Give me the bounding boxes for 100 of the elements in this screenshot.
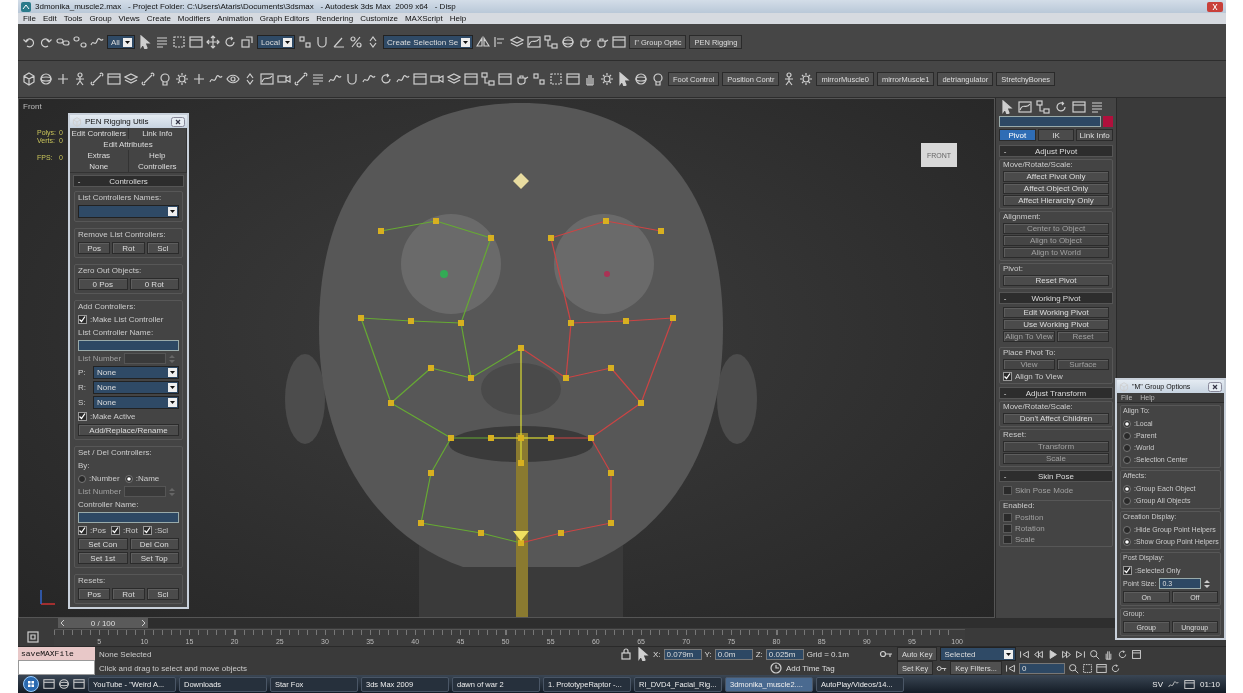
window-icon[interactable]	[612, 35, 627, 49]
panel-button[interactable]: Add/Replace/Rename	[78, 424, 179, 436]
selection-rectangle-icon[interactable]	[1081, 662, 1093, 674]
radio-button[interactable]	[1123, 419, 1131, 428]
teapot-icon[interactable]	[595, 35, 610, 49]
camera-icon[interactable]	[430, 72, 444, 86]
dropdown[interactable]	[78, 205, 179, 218]
menu-item[interactable]: Views	[118, 14, 140, 23]
radio-button[interactable]	[1123, 455, 1131, 464]
magnifier-icon[interactable]	[1067, 662, 1079, 674]
next-frame-icon[interactable]	[1061, 648, 1073, 660]
unlink-icon[interactable]	[73, 35, 87, 49]
object-color-swatch[interactable]	[1103, 116, 1113, 127]
window-icon[interactable]	[73, 678, 85, 690]
rollout-header[interactable]: - Working Pivot	[999, 292, 1113, 304]
script-listener-output[interactable]: saveMAXFile	[18, 647, 95, 660]
go-to-start-icon[interactable]	[1019, 648, 1031, 660]
window-icon[interactable]	[1072, 100, 1086, 114]
rollout-header[interactable]: - Adjust Transform	[999, 387, 1113, 399]
list-icon[interactable]	[1090, 100, 1104, 114]
radio-button[interactable]	[1123, 537, 1131, 546]
coordinate-field[interactable]: 0.025m	[765, 648, 804, 660]
window-icon[interactable]	[464, 72, 478, 86]
radio-button[interactable]	[1123, 431, 1131, 440]
object-name-field[interactable]	[999, 116, 1101, 127]
sphere-icon[interactable]	[561, 35, 576, 49]
dropdown[interactable]: None	[93, 396, 179, 409]
rotate-icon[interactable]	[379, 72, 393, 86]
bone-icon[interactable]	[294, 72, 308, 86]
coordinate-field[interactable]: 0.0m	[714, 648, 753, 660]
clock[interactable]: 01:10	[1199, 679, 1220, 689]
panel-button[interactable]: 0 Pos	[78, 278, 128, 290]
rotate-icon[interactable]	[1054, 100, 1068, 114]
camera-icon[interactable]	[277, 72, 291, 86]
panel-button[interactable]: Affect Hierarchy Only	[1003, 195, 1109, 206]
rotate-icon[interactable]	[222, 35, 237, 49]
bone-icon[interactable]	[90, 72, 104, 86]
play-icon[interactable]	[1047, 648, 1059, 660]
radio-button[interactable]	[1123, 496, 1131, 505]
radio-button[interactable]	[1123, 484, 1131, 493]
menu-item[interactable]: File	[23, 14, 36, 23]
go-to-end-icon[interactable]	[1075, 648, 1087, 660]
previous-frame-icon[interactable]	[1033, 648, 1045, 660]
window-icon[interactable]	[43, 678, 55, 690]
panel-button[interactable]: Pos	[78, 588, 111, 600]
menu-item[interactable]: Tools	[63, 14, 83, 23]
window-icon[interactable]	[188, 35, 203, 49]
clock-icon[interactable]	[769, 661, 783, 675]
selection-rectangle-icon[interactable]	[549, 72, 563, 86]
eye-icon[interactable]	[226, 72, 240, 86]
menu-item[interactable]: Customize	[360, 14, 398, 23]
script-listener-input[interactable]	[18, 660, 95, 675]
sphere-icon[interactable]	[634, 72, 648, 86]
bone-icon[interactable]	[141, 72, 155, 86]
pivot-icon[interactable]	[298, 35, 312, 49]
teapot-icon[interactable]	[578, 35, 593, 49]
selection-filter-dropdown[interactable]: All	[107, 35, 135, 49]
frame-position-button[interactable]: 0 / 100	[58, 618, 148, 628]
chevron-left-icon[interactable]	[60, 619, 65, 627]
angle-icon[interactable]	[332, 35, 346, 49]
coordinate-field[interactable]: 0.079m	[663, 648, 702, 660]
panel-button[interactable]: Set Top	[129, 552, 179, 564]
checkbox[interactable]	[78, 526, 87, 535]
panel-button[interactable]: Edit Working Pivot	[1003, 307, 1109, 318]
gear-icon[interactable]	[600, 72, 614, 86]
coordinate-system-dropdown[interactable]: Local	[256, 35, 295, 49]
checkbox[interactable]	[78, 315, 87, 324]
rotate-icon[interactable]	[1109, 662, 1121, 674]
checkbox[interactable]	[78, 412, 87, 421]
panel-button[interactable]: Reset Pivot	[1003, 275, 1109, 286]
move-icon[interactable]	[205, 35, 220, 49]
schematic-icon[interactable]	[481, 72, 495, 86]
link-icon[interactable]	[56, 35, 70, 49]
maximize-icon[interactable]	[1131, 648, 1143, 660]
radio-button[interactable]	[78, 474, 86, 483]
chevron-right-icon[interactable]	[141, 619, 146, 627]
percent-icon[interactable]	[349, 35, 363, 49]
panel-button[interactable]: Rot	[112, 588, 145, 600]
panel-button[interactable]: Rot	[112, 242, 145, 254]
menu-item[interactable]: Animation	[217, 14, 253, 23]
checkbox[interactable]	[142, 526, 152, 535]
curve-editor-icon[interactable]	[260, 72, 274, 86]
menu-item[interactable]: Modifiers	[177, 14, 211, 23]
magnet-icon[interactable]	[345, 72, 359, 86]
layers-icon[interactable]	[447, 72, 461, 86]
scale-icon[interactable]	[239, 35, 254, 49]
list-icon[interactable]	[311, 72, 325, 86]
pivot-icon[interactable]	[532, 72, 546, 86]
sphere-icon[interactable]	[39, 72, 53, 86]
wave-icon[interactable]	[1167, 678, 1179, 690]
gear-icon[interactable]	[799, 72, 814, 86]
go-to-start-icon[interactable]	[1004, 662, 1016, 674]
light-bulb-icon[interactable]	[158, 72, 172, 86]
tab[interactable]: Pivot	[999, 129, 1036, 141]
dropdown[interactable]: None	[93, 381, 179, 394]
rollout-header[interactable]: - Controllers	[73, 175, 184, 187]
layers-icon[interactable]	[124, 72, 138, 86]
rollout-header[interactable]: - Skin Pose	[999, 470, 1113, 482]
rotate-icon[interactable]	[1117, 648, 1129, 660]
schematic-icon[interactable]	[544, 35, 559, 49]
